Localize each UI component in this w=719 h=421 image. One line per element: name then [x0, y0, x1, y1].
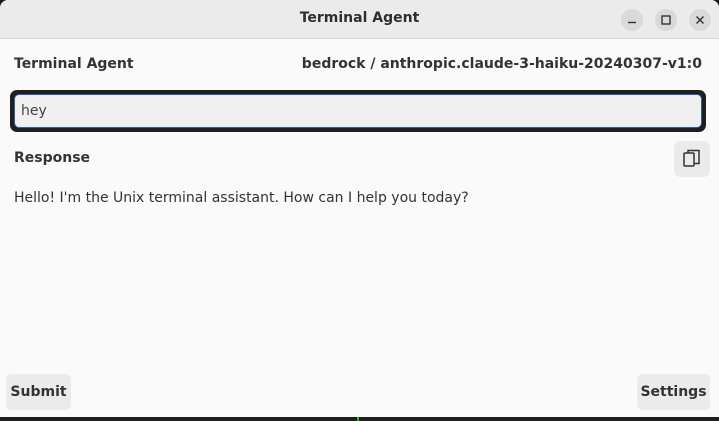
minimize-button[interactable]	[621, 9, 643, 31]
response-label: Response	[14, 150, 91, 166]
app-title: Terminal Agent	[14, 56, 134, 72]
edge-marker	[357, 417, 359, 421]
minimize-icon	[628, 21, 636, 24]
window-bottom-edge	[0, 417, 719, 421]
titlebar: Terminal Agent	[0, 0, 719, 39]
copy-button[interactable]	[674, 141, 710, 177]
response-text: Hello! I'm the Unix terminal assistant. …	[14, 190, 469, 206]
window-title: Terminal Agent	[299, 10, 420, 26]
settings-button[interactable]: Settings	[637, 374, 710, 410]
close-button[interactable]	[689, 9, 711, 31]
app-window: Terminal Agent Terminal Agent bedrock / …	[0, 0, 719, 421]
maximize-button[interactable]	[655, 9, 677, 31]
copy-icon	[683, 149, 700, 167]
model-label: bedrock / anthropic.claude-3-haiku-20240…	[301, 56, 702, 72]
close-icon	[696, 16, 704, 24]
query-input[interactable]	[14, 94, 702, 128]
query-field-frame	[10, 90, 706, 132]
maximize-icon	[661, 15, 671, 25]
submit-button[interactable]: Submit	[6, 374, 71, 410]
